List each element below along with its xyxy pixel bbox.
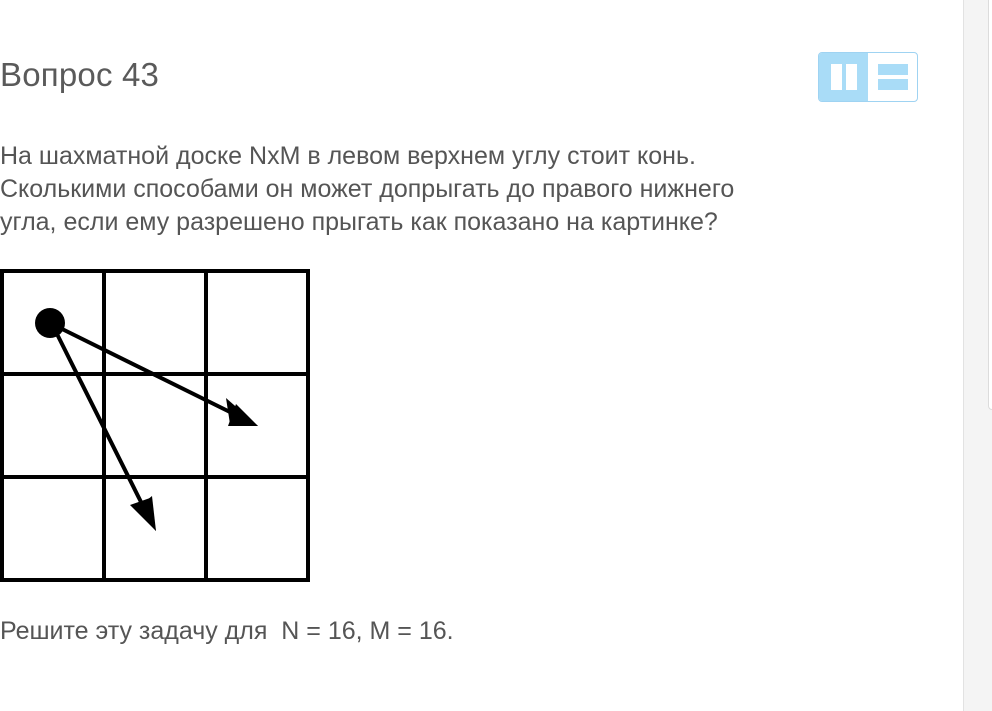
task-text: Решите эту задачу для N = 16, M = 16. [0,617,454,645]
stacked-layout-icon [877,64,908,90]
panel-edge [988,0,992,410]
knight-moves-figure [0,268,312,587]
layout-toggle[interactable] [818,52,918,102]
question-title: Вопрос 43 [0,56,160,93]
stacked-layout-button[interactable] [868,53,917,101]
two-column-layout-icon [830,64,857,90]
question-text-line: Сколькими способами он может допрыгать д… [0,175,735,203]
knight-marker [35,308,65,338]
two-column-layout-button[interactable] [819,53,868,101]
question-text-line: угла, если ему разрешено прыгать как пок… [0,208,718,236]
knight-moves-diagram [0,269,310,582]
right-side-panel [963,0,992,711]
question-text-line: На шахматной доске NxM в левом верхнем у… [0,142,696,170]
question-text: На шахматной доске NxM в левом верхнем у… [0,140,880,239]
